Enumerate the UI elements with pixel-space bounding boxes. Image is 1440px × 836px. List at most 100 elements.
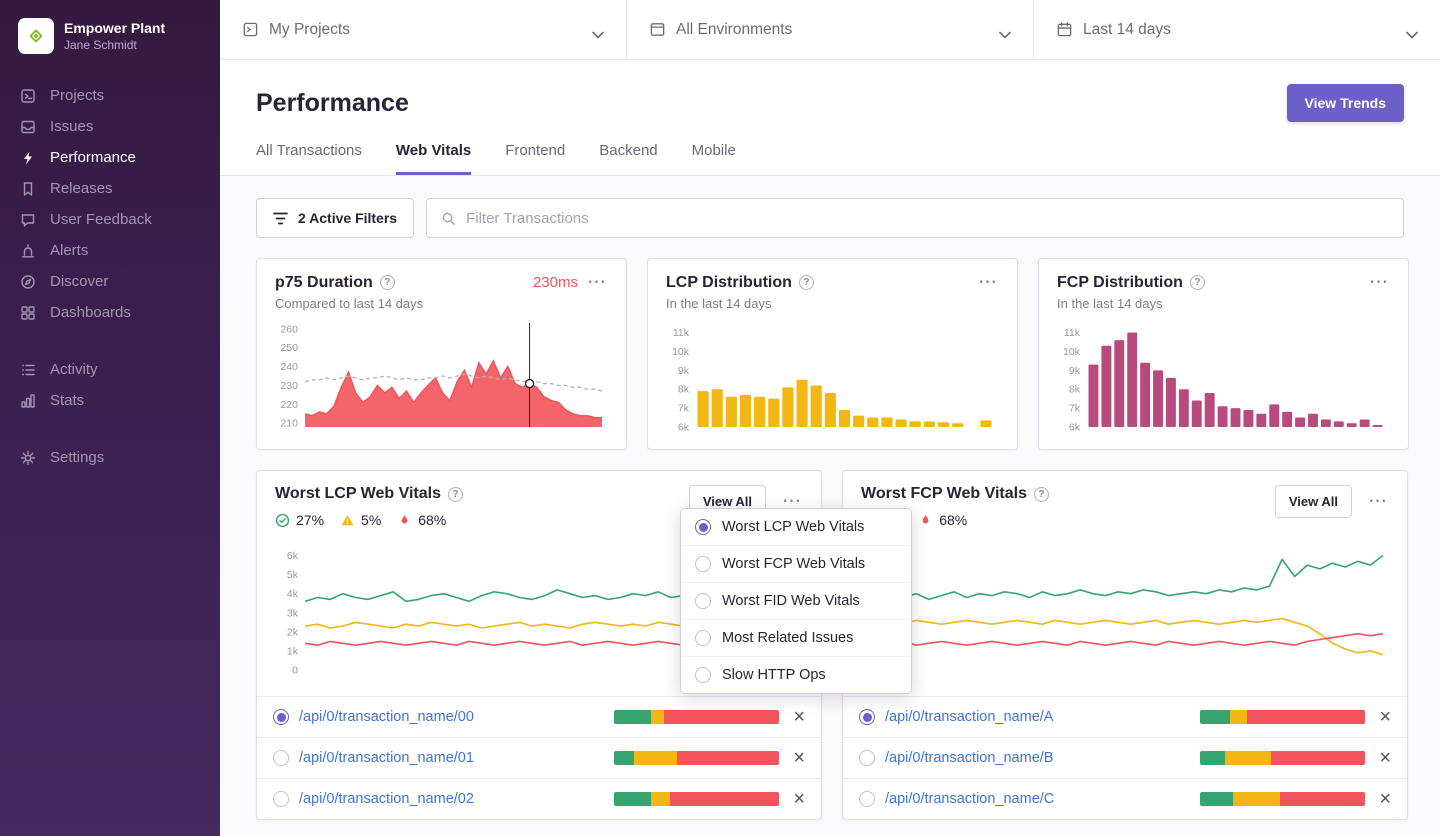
transaction-link[interactable]: /api/0/transaction_name/00 — [299, 709, 474, 725]
sidebar-item-activity[interactable]: Activity — [0, 354, 220, 385]
option-radio[interactable] — [695, 593, 711, 609]
card-title: Worst FCP Web Vitals — [861, 485, 1027, 503]
svg-text:11k: 11k — [673, 327, 690, 339]
vitals-badges: 27% 5% 68% — [275, 512, 463, 528]
row-radio[interactable] — [859, 791, 875, 807]
sidebar-item-alerts[interactable]: Alerts — [0, 235, 220, 266]
svg-text:6k: 6k — [678, 422, 690, 434]
filter-icon — [273, 212, 288, 225]
tab-all-transactions[interactable]: All Transactions — [256, 142, 362, 175]
fcp-distribution-chart: 11k10k9k8k7k6k — [1057, 317, 1390, 443]
option-radio[interactable] — [695, 556, 711, 572]
view-trends-button[interactable]: View Trends — [1287, 84, 1404, 122]
card-menu-button[interactable]: ⋯ — [976, 273, 999, 292]
sidebar-item-stats[interactable]: Stats — [0, 385, 220, 416]
settings-gear-icon — [20, 450, 38, 466]
environment-selector[interactable]: All Environments — [627, 0, 1034, 59]
card-menu-button[interactable]: ⋯ — [1367, 273, 1390, 292]
sidebar-item-dashboards[interactable]: Dashboards — [0, 297, 220, 328]
sidebar-item-releases[interactable]: Releases — [0, 173, 220, 204]
sidebar: Empower Plant Jane Schmidt Projects Issu… — [0, 0, 220, 836]
tab-web-vitals[interactable]: Web Vitals — [396, 142, 471, 175]
transaction-link[interactable]: /api/0/transaction_name/01 — [299, 750, 474, 766]
sidebar-item-performance[interactable]: Performance — [0, 142, 220, 173]
dropdown-option-most-related-issues[interactable]: Most Related Issues — [681, 620, 911, 657]
card-subtitle: Compared to last 14 days — [275, 296, 608, 311]
view-all-button[interactable]: View All — [1275, 485, 1352, 518]
sidebar-item-discover[interactable]: Discover — [0, 266, 220, 297]
performance-tabs: All Transactions Web Vitals Frontend Bac… — [256, 142, 1404, 175]
svg-text:2k: 2k — [287, 626, 299, 638]
help-icon[interactable]: ? — [448, 487, 463, 502]
meh-badge: 5% — [340, 512, 381, 528]
card-title: LCP Distribution — [666, 274, 792, 292]
dashboards-icon — [20, 305, 38, 321]
help-icon[interactable]: ? — [1190, 275, 1205, 290]
transaction-list: /api/0/transaction_name/A × /api/0/trans… — [843, 696, 1407, 819]
table-row: /api/0/transaction_name/01 × — [257, 737, 821, 778]
option-radio[interactable] — [695, 667, 711, 683]
row-radio[interactable] — [273, 750, 289, 766]
org-switcher[interactable]: Empower Plant Jane Schmidt — [0, 14, 220, 70]
svg-text:11k: 11k — [1064, 327, 1081, 339]
table-row: /api/0/transaction_name/B × — [843, 737, 1407, 778]
help-icon[interactable]: ? — [380, 275, 395, 290]
row-radio[interactable] — [859, 750, 875, 766]
svg-text:4k: 4k — [287, 588, 299, 600]
date-range-selector[interactable]: Last 14 days — [1034, 0, 1440, 59]
tab-frontend[interactable]: Frontend — [505, 142, 565, 175]
lcp-distribution-chart: 11k10k9k8k7k6k — [666, 317, 999, 443]
row-radio[interactable] — [273, 791, 289, 807]
stats-icon — [20, 393, 38, 409]
dropdown-option-slow-http-ops[interactable]: Slow HTTP Ops — [681, 657, 911, 693]
discover-icon — [20, 274, 38, 290]
transaction-link[interactable]: /api/0/transaction_name/B — [885, 750, 1053, 766]
active-filters-button[interactable]: 2 Active Filters — [256, 198, 414, 238]
close-icon[interactable]: × — [793, 748, 805, 768]
card-menu-button[interactable]: ⋯ — [585, 273, 608, 292]
org-logo — [18, 18, 54, 54]
environment-selector-icon — [649, 21, 666, 38]
card-title: Worst LCP Web Vitals — [275, 485, 441, 503]
row-radio[interactable] — [273, 709, 289, 725]
sidebar-item-issues[interactable]: Issues — [0, 111, 220, 142]
svg-text:6k: 6k — [1069, 422, 1081, 434]
vitals-stacked-bar — [614, 792, 779, 806]
global-filter-bar: My Projects All Environments Last 14 day… — [220, 0, 1440, 60]
row-radio[interactable] — [859, 709, 875, 725]
table-row: /api/0/transaction_name/02 × — [257, 778, 821, 819]
poor-badge: 68% — [918, 512, 967, 528]
sidebar-item-projects[interactable]: Projects — [0, 80, 220, 111]
close-icon[interactable]: × — [793, 789, 805, 809]
dropdown-option-worst-fcp[interactable]: Worst FCP Web Vitals — [681, 546, 911, 583]
help-icon[interactable]: ? — [1034, 487, 1049, 502]
dropdown-option-worst-fid[interactable]: Worst FID Web Vitals — [681, 583, 911, 620]
transaction-link[interactable]: /api/0/transaction_name/02 — [299, 791, 474, 807]
sidebar-item-user-feedback[interactable]: User Feedback — [0, 204, 220, 235]
transaction-link[interactable]: /api/0/transaction_name/A — [885, 709, 1053, 725]
help-icon[interactable]: ? — [799, 275, 814, 290]
option-radio[interactable] — [695, 519, 711, 535]
sidebar-nav-primary: Projects Issues Performance Releases Use… — [0, 80, 220, 328]
project-selector[interactable]: My Projects — [220, 0, 627, 59]
card-title: p75 Duration — [275, 274, 373, 292]
close-icon[interactable]: × — [1379, 789, 1391, 809]
svg-text:220: 220 — [280, 399, 298, 411]
transaction-link[interactable]: /api/0/transaction_name/C — [885, 791, 1054, 807]
close-icon[interactable]: × — [1379, 748, 1391, 768]
warning-triangle-icon — [340, 513, 355, 528]
tab-mobile[interactable]: Mobile — [692, 142, 736, 175]
tab-backend[interactable]: Backend — [599, 142, 657, 175]
sidebar-item-settings[interactable]: Settings — [0, 442, 220, 473]
sidebar-nav-settings: Settings — [0, 442, 220, 473]
card-menu-button[interactable]: ⋯ — [1366, 492, 1389, 511]
search-input[interactable] — [466, 210, 1389, 227]
dropdown-option-worst-lcp[interactable]: Worst LCP Web Vitals — [681, 509, 911, 546]
sidebar-nav-secondary: Activity Stats — [0, 354, 220, 416]
svg-text:230: 230 — [280, 380, 298, 392]
card-subtitle: In the last 14 days — [1057, 296, 1390, 311]
worst-fcp-chart: 6k5k4k3k2k1k0 — [843, 534, 1407, 696]
close-icon[interactable]: × — [793, 707, 805, 727]
close-icon[interactable]: × — [1379, 707, 1391, 727]
option-radio[interactable] — [695, 630, 711, 646]
